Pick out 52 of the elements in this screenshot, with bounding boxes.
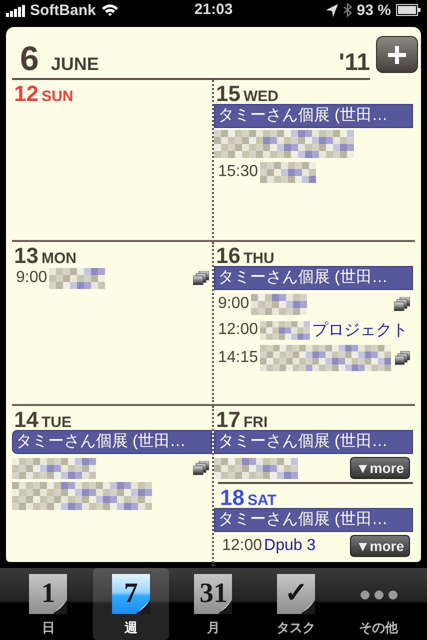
month-day: 6 — [20, 42, 39, 76]
battery-icon — [396, 4, 421, 16]
bluetooth-icon — [342, 2, 352, 18]
page-icon: 31 — [194, 574, 232, 614]
event-bar[interactable]: タミーさん個展 (世田… — [214, 430, 413, 454]
day-number: 18 — [220, 487, 244, 509]
event-time: 9:00 — [218, 295, 250, 313]
day-number: 13 — [14, 245, 38, 267]
weekday-label: FRI — [243, 414, 268, 431]
tab-button[interactable]: 31 月 — [175, 568, 252, 640]
tab-button[interactable]: ✓ タスク — [258, 568, 334, 640]
tab-button[interactable]: 7 週 — [92, 568, 170, 640]
day-number: 16 — [216, 245, 240, 267]
day-number: 14 — [14, 409, 38, 431]
event-time: 14:15 — [218, 349, 258, 367]
tab-button[interactable]: その他 — [340, 568, 417, 640]
more-button[interactable]: ▼more — [350, 457, 410, 479]
weekday-label: WED — [243, 88, 278, 105]
event-bar[interactable]: タミーさん個展 (世田… — [214, 266, 413, 290]
weekday-label: SUN — [41, 88, 74, 105]
event-title[interactable]: プロジェクト — [312, 320, 408, 340]
event-bar[interactable]: タミーさん個展 (世田… — [214, 508, 413, 532]
more-dots-icon — [360, 590, 398, 600]
event-time: 9:00 — [16, 269, 48, 287]
page-icon: 7 — [112, 574, 150, 614]
day-number: 15 — [216, 83, 240, 105]
clock-time: 21:03 — [194, 1, 233, 18]
page-icon: ✓ — [277, 574, 316, 614]
month-name: JUNE — [50, 54, 99, 75]
add-button[interactable] — [376, 36, 418, 73]
location-arrow-icon — [326, 4, 338, 16]
year-label: '11 — [338, 49, 370, 77]
event-bar[interactable]: タミーさん個展 (世田… — [214, 104, 413, 128]
wifi-icon — [100, 3, 119, 17]
weekday-label: TUE — [41, 414, 72, 431]
event-title[interactable]: Dpub 3 — [264, 537, 316, 555]
carrier-name: SoftBank — [30, 2, 96, 18]
page-icon: 1 — [29, 574, 68, 614]
weekday-label: THU — [243, 250, 274, 267]
day-number: 17 — [216, 409, 240, 431]
event-time: 12:00 — [218, 321, 258, 339]
weekday-label: MON — [41, 250, 76, 267]
event-time: 12:00 — [222, 537, 262, 555]
more-button[interactable]: ▼more — [350, 535, 410, 557]
signal-icon — [6, 3, 25, 17]
plus-icon — [388, 46, 406, 64]
day-number: 12 — [14, 83, 38, 105]
event-bar[interactable]: タミーさん個展 (世田… — [12, 430, 212, 454]
event-time: 15:30 — [218, 163, 258, 181]
weekday-label: SAT — [247, 492, 276, 509]
battery-percent: 93 % — [356, 2, 391, 18]
tab-button[interactable]: 1 日 — [10, 568, 87, 640]
